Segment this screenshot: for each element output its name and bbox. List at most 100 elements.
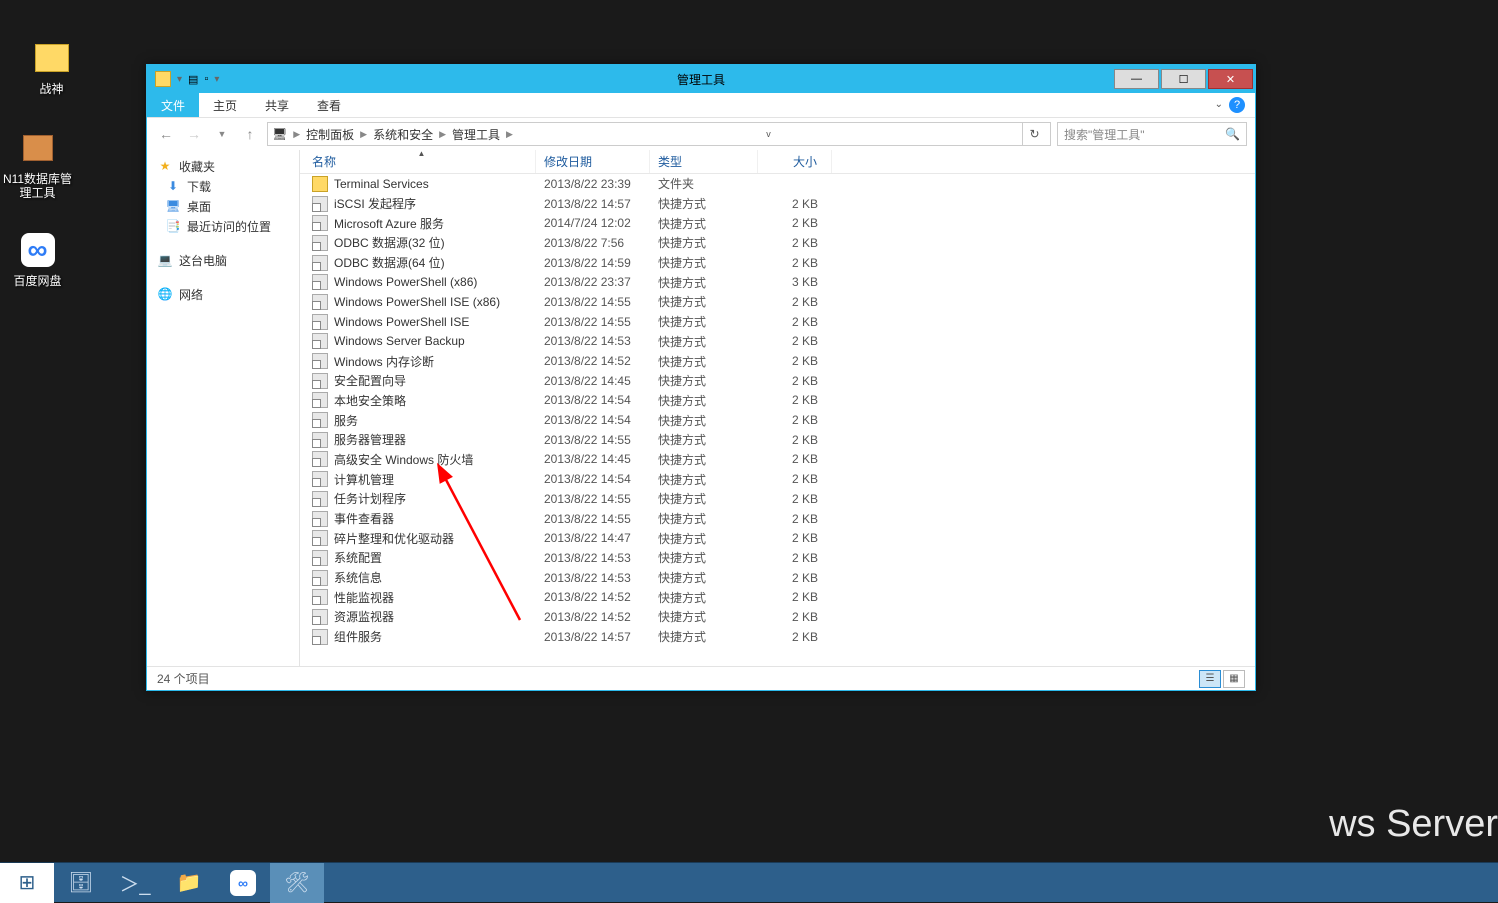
sidebar-label: 网络 [179, 286, 203, 303]
shortcut-icon [312, 314, 328, 330]
sidebar-network[interactable]: 🌐 网络 [147, 284, 299, 304]
nav-back-button[interactable]: ← [155, 123, 177, 145]
taskbar-server-manager[interactable]: 🗄 [54, 863, 108, 903]
nav-recent-button[interactable]: ▼ [211, 123, 233, 145]
ribbon-expand-icon[interactable]: ⌄ [1215, 99, 1223, 110]
sidebar-item-desktop[interactable]: 🖥 桌面 [147, 196, 299, 216]
sidebar-label: 收藏夹 [179, 158, 215, 175]
ribbon-tab-share[interactable]: 共享 [251, 93, 303, 117]
file-row[interactable]: iSCSI 发起程序2013/8/22 14:57快捷方式2 KB [300, 194, 1255, 214]
column-header-date[interactable]: 修改日期 [536, 150, 650, 173]
taskbar-baidu[interactable]: ∞ [216, 863, 270, 903]
chevron-right-icon[interactable]: ▶ [291, 129, 302, 140]
file-row[interactable]: 服务2013/8/22 14:54快捷方式2 KB [300, 410, 1255, 430]
ribbon-tab-home[interactable]: 主页 [199, 93, 251, 117]
column-header-size[interactable]: 大小 [758, 150, 832, 173]
file-date: 2013/8/22 14:52 [536, 354, 650, 368]
file-row[interactable]: 计算机管理2013/8/22 14:54快捷方式2 KB [300, 469, 1255, 489]
watermark-text: ws Server [1329, 803, 1498, 846]
taskbar-explorer[interactable]: 📁 [162, 863, 216, 903]
maximize-button[interactable]: ☐ [1161, 69, 1206, 89]
details-view-button[interactable]: ☰ [1199, 670, 1221, 688]
file-row[interactable]: 高级安全 Windows 防火墙2013/8/22 14:45快捷方式2 KB [300, 450, 1255, 470]
titlebar[interactable]: ▾ ▤ ▫ ▾ 管理工具 — ☐ ✕ [147, 65, 1255, 93]
file-date: 2013/8/22 14:57 [536, 197, 650, 211]
file-row[interactable]: 碎片整理和优化驱动器2013/8/22 14:47快捷方式2 KB [300, 528, 1255, 548]
file-row[interactable]: Windows 内存诊断2013/8/22 14:52快捷方式2 KB [300, 351, 1255, 371]
file-type: 快捷方式 [650, 589, 758, 606]
file-row[interactable]: 事件查看器2013/8/22 14:55快捷方式2 KB [300, 509, 1255, 529]
file-row[interactable]: 本地安全策略2013/8/22 14:54快捷方式2 KB [300, 391, 1255, 411]
file-date: 2013/8/22 14:45 [536, 374, 650, 388]
file-row[interactable]: Windows PowerShell ISE (x86)2013/8/22 14… [300, 292, 1255, 312]
column-header-name[interactable]: 名称 ▲ [300, 150, 536, 173]
close-button[interactable]: ✕ [1208, 69, 1253, 89]
sidebar-item-downloads[interactable]: ⬇ 下载 [147, 176, 299, 196]
chevron-right-icon[interactable]: ▶ [358, 129, 369, 140]
folder-icon [312, 176, 328, 192]
breadcrumb-seg[interactable]: 管理工具 [448, 126, 504, 143]
file-name: Windows PowerShell ISE [334, 315, 469, 329]
file-row[interactable]: Windows PowerShell ISE2013/8/22 14:55快捷方… [300, 312, 1255, 332]
help-icon[interactable]: ? [1229, 97, 1245, 113]
file-name: Windows PowerShell (x86) [334, 275, 477, 289]
file-row[interactable]: 性能监视器2013/8/22 14:52快捷方式2 KB [300, 587, 1255, 607]
minimize-button[interactable]: — [1114, 69, 1159, 89]
address-dropdown-icon[interactable]: v [756, 122, 780, 146]
folder-icon: 📁 [177, 870, 202, 895]
file-row[interactable]: Terminal Services2013/8/22 23:39文件夹 [300, 174, 1255, 194]
taskbar-admin-tools[interactable]: 🛠 [270, 863, 324, 903]
sidebar-favorites-header[interactable]: ★ 收藏夹 [147, 156, 299, 176]
file-date: 2013/8/22 14:52 [536, 610, 650, 624]
file-row[interactable]: ODBC 数据源(32 位)2013/8/22 7:56快捷方式2 KB [300, 233, 1255, 253]
file-row[interactable]: 资源监视器2013/8/22 14:52快捷方式2 KB [300, 607, 1255, 627]
breadcrumb-seg[interactable]: 系统和安全 [369, 126, 437, 143]
ribbon: 文件 主页 共享 查看 ⌄ ? [147, 93, 1255, 118]
desktop-icon-label: 百度网盘 [0, 274, 75, 288]
ribbon-tab-view[interactable]: 查看 [303, 93, 355, 117]
view-switch: ☰ ▦ [1199, 670, 1245, 688]
file-row[interactable]: Windows PowerShell (x86)2013/8/22 23:37快… [300, 272, 1255, 292]
file-size: 2 KB [758, 374, 832, 388]
taskbar-powershell[interactable]: ＞_ [108, 863, 162, 903]
column-header-type[interactable]: 类型 [650, 150, 758, 173]
file-row[interactable]: 安全配置向导2013/8/22 14:45快捷方式2 KB [300, 371, 1255, 391]
file-type: 快捷方式 [650, 530, 758, 547]
nav-forward-button[interactable]: → [183, 123, 205, 145]
chevron-right-icon[interactable]: ▶ [437, 129, 448, 140]
start-button[interactable]: ⊞ [0, 863, 54, 903]
chevron-right-icon[interactable]: ▶ [504, 129, 515, 140]
icons-view-button[interactable]: ▦ [1223, 670, 1245, 688]
star-icon: ★ [157, 158, 173, 174]
file-row[interactable]: 服务器管理器2013/8/22 14:55快捷方式2 KB [300, 430, 1255, 450]
file-row[interactable]: ODBC 数据源(64 位)2013/8/22 14:59快捷方式2 KB [300, 253, 1255, 273]
file-row[interactable]: 系统配置2013/8/22 14:53快捷方式2 KB [300, 548, 1255, 568]
qat-properties-icon[interactable]: ▤ [188, 73, 198, 86]
sidebar-item-recent[interactable]: 📑 最近访问的位置 [147, 216, 299, 236]
baidu-icon: ∞ [230, 870, 256, 896]
file-size: 2 KB [758, 452, 832, 466]
file-row[interactable]: 系统信息2013/8/22 14:53快捷方式2 KB [300, 568, 1255, 588]
sidebar-computer[interactable]: 💻 这台电脑 [147, 250, 299, 270]
nav-up-button[interactable]: ↑ [239, 123, 261, 145]
file-row[interactable]: 组件服务2013/8/22 14:57快捷方式2 KB [300, 627, 1255, 647]
file-name: ODBC 数据源(64 位) [334, 254, 445, 271]
shortcut-icon [312, 255, 328, 271]
file-date: 2013/8/22 14:55 [536, 512, 650, 526]
address-bar[interactable]: 🖥 ▶ 控制面板 ▶ 系统和安全 ▶ 管理工具 ▶ v ↻ [267, 122, 1051, 146]
ribbon-tab-file[interactable]: 文件 [147, 93, 199, 117]
file-row[interactable]: Windows Server Backup2013/8/22 14:53快捷方式… [300, 332, 1255, 352]
refresh-button[interactable]: ↻ [1022, 122, 1046, 146]
file-row[interactable]: Microsoft Azure 服务2014/7/24 12:02快捷方式2 K… [300, 213, 1255, 233]
qat-newfolder-icon[interactable]: ▫ [204, 73, 208, 85]
breadcrumb-seg[interactable]: 控制面板 [302, 126, 358, 143]
file-size: 2 KB [758, 551, 832, 565]
file-size: 2 KB [758, 531, 832, 545]
desktop-icon-n11[interactable]: N11数据库管理工具 [0, 128, 75, 200]
desktop-icon-baidu[interactable]: ∞ 百度网盘 [0, 230, 75, 288]
file-name: 碎片整理和优化驱动器 [334, 530, 454, 547]
file-row[interactable]: 任务计划程序2013/8/22 14:55快捷方式2 KB [300, 489, 1255, 509]
window-controls: — ☐ ✕ [1114, 69, 1255, 89]
desktop-icon-zhanshen[interactable]: 战神 [14, 38, 89, 96]
search-input[interactable]: 搜索"管理工具" 🔍 [1057, 122, 1247, 146]
